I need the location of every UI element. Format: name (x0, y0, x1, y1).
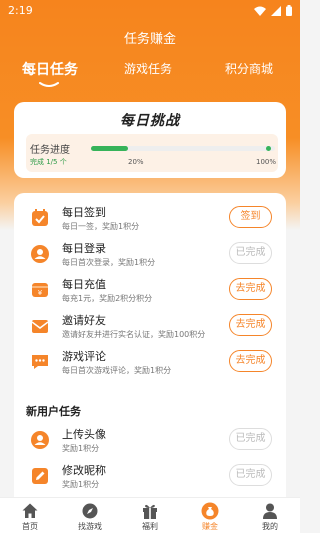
wifi-icon (254, 6, 266, 16)
task-row-login: 每日登录 每日首次登录，奖励1积分 已完成 (14, 237, 286, 273)
task-desc: 每日首次登录，奖励1积分 (62, 258, 156, 267)
task-desc: 每日首次游戏评论，奖励1积分 (62, 366, 172, 375)
tab-game-tasks[interactable]: 游戏任务 (124, 60, 172, 77)
task-row-recharge: ¥ 每日充值 每充1元，奖励2积分积分 去完成 (14, 273, 286, 309)
nav-label: 福利 (142, 522, 158, 531)
login-completed-button[interactable]: 已完成 (229, 242, 272, 264)
nav-find-games[interactable]: 找游戏 (65, 502, 115, 532)
nav-label: 首页 (22, 522, 38, 531)
checkin-button[interactable]: 签到 (229, 206, 272, 228)
task-row-upload-avatar: 上传头像 奖励1积分 已完成 (14, 423, 286, 459)
edit-nickname-completed-button[interactable]: 已完成 (229, 464, 272, 486)
tab-daily-tasks[interactable]: 每日任务 (22, 59, 78, 79)
gift-icon (143, 504, 157, 519)
progress-label: 任务进度 (30, 145, 70, 156)
home-icon (22, 503, 38, 518)
tab-bar: 每日任务 游戏任务 积分商城 (0, 60, 300, 90)
task-row-comment: 游戏评论 每日首次游戏评论，奖励1积分 去完成 (14, 345, 286, 381)
daily-challenge-card: 每日挑战 任务进度 完成 1/5 个 20% 100% (14, 102, 286, 178)
status-icons (254, 5, 292, 16)
nav-benefits[interactable]: 福利 (125, 502, 175, 532)
task-desc: 每充1元，奖励2积分积分 (62, 294, 153, 303)
mail-icon (31, 320, 49, 333)
progress-tick-20: 20% (128, 158, 144, 166)
compass-icon (82, 503, 98, 519)
recharge-go-button[interactable]: 去完成 (229, 278, 272, 300)
task-name: 每日登录 (62, 242, 106, 255)
battery-icon (286, 5, 292, 16)
progress-box: 任务进度 完成 1/5 个 20% 100% (26, 134, 278, 172)
progress-track (91, 146, 275, 151)
money-bag-icon (201, 502, 219, 520)
task-desc: 奖励1积分 (62, 480, 100, 489)
svg-text:¥: ¥ (38, 289, 43, 297)
task-name: 邀请好友 (62, 314, 106, 327)
signal-icon (271, 5, 281, 16)
invite-go-button[interactable]: 去完成 (229, 314, 272, 336)
bottom-nav: 首页 找游戏 福利 赚金 我的 (0, 497, 300, 533)
task-name: 每日充值 (62, 278, 106, 291)
progress-fill (91, 146, 128, 151)
task-name: 上传头像 (62, 428, 106, 441)
task-desc: 奖励1积分 (62, 444, 100, 453)
task-desc: 每日一签，奖励1积分 (62, 222, 140, 231)
nav-earn-gold[interactable]: 赚金 (185, 502, 235, 532)
progress-end-dot (266, 146, 271, 151)
user-icon (31, 245, 49, 263)
status-bar: 2:19 (0, 0, 300, 24)
task-row-edit-nickname: 修改昵称 奖励1积分 已完成 (14, 459, 286, 495)
upload-avatar-completed-button[interactable]: 已完成 (229, 428, 272, 450)
nav-label: 找游戏 (78, 522, 102, 531)
profile-icon (263, 503, 277, 519)
edit-icon (32, 468, 48, 484)
status-time: 2:19 (8, 4, 33, 17)
comment-icon (32, 355, 48, 369)
wallet-icon: ¥ (32, 283, 48, 297)
page-title: 任务赚金 (123, 32, 176, 47)
new-user-section-title: 新用户任务 (26, 405, 81, 418)
progress-tick-100: 100% (256, 158, 277, 166)
task-row-invite: 邀请好友 邀请好友并进行实名认证，奖励100积分 去完成 (14, 309, 286, 345)
task-name: 每日签到 (62, 206, 106, 219)
calendar-check-icon (32, 209, 48, 226)
progress-count: 完成 1/5 个 (30, 158, 67, 166)
challenge-title: 每日挑战 (120, 113, 180, 129)
nav-label: 我的 (262, 522, 278, 531)
active-tab-indicator (39, 82, 59, 87)
task-list-card: 每日签到 每日一签，奖励1积分 签到 每日登录 每日首次登录，奖励1积分 已完成… (14, 193, 286, 513)
nav-label: 赚金 (202, 522, 218, 531)
nav-mine[interactable]: 我的 (245, 502, 295, 532)
task-row-checkin: 每日签到 每日一签，奖励1积分 签到 (14, 201, 286, 237)
task-name: 游戏评论 (62, 350, 106, 363)
tab-points-mall[interactable]: 积分商城 (225, 60, 273, 77)
task-desc: 邀请好友并进行实名认证，奖励100积分 (62, 330, 206, 339)
task-name: 修改昵称 (62, 464, 106, 477)
avatar-icon (31, 431, 49, 449)
nav-home[interactable]: 首页 (5, 502, 55, 532)
comment-go-button[interactable]: 去完成 (229, 350, 272, 372)
